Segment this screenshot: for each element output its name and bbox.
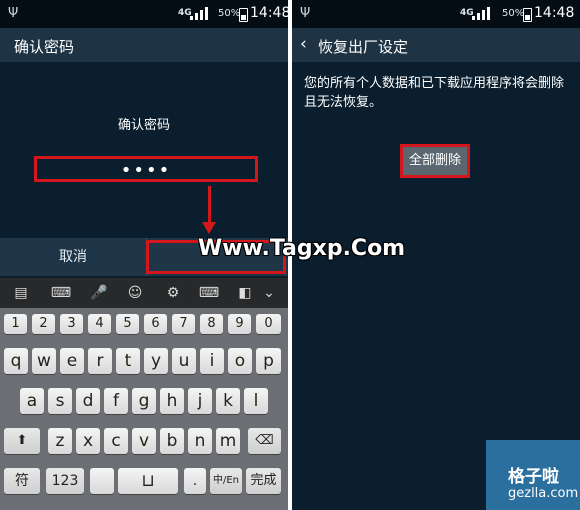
annotation-arrow-head (202, 222, 216, 234)
key-3[interactable]: 3 (60, 314, 83, 334)
confirm-password-label: 确认密码 (117, 118, 170, 133)
shift-icon: ⬆ (16, 433, 28, 448)
delete-all-button[interactable]: 全部删除 (400, 144, 470, 178)
clock: 14:48 (534, 5, 575, 21)
key-c[interactable]: c (104, 428, 128, 454)
reset-description: 您的所有个人数据和已下载应用程序将会删除且无法恢复。 (304, 76, 565, 110)
symbol-key[interactable]: 符 (4, 468, 40, 494)
mic-icon[interactable]: 🎤 (88, 282, 110, 304)
keyboard-icon[interactable]: ⌨ (50, 282, 72, 304)
hide-keyboard-icon[interactable]: ⌄ (258, 282, 280, 304)
key-a[interactable]: a (20, 388, 44, 414)
battery-icon (523, 8, 532, 22)
key-1[interactable]: 1 (4, 314, 27, 334)
battery-icon (239, 8, 248, 22)
space-key[interactable]: ⊔ (118, 468, 178, 494)
soft-keyboard: 1 2 3 4 5 6 7 8 9 0 q w e r t y u i o p … (0, 308, 288, 510)
key-t[interactable]: t (116, 348, 140, 374)
language-key[interactable]: 中/En (210, 468, 242, 494)
done-key[interactable]: 完成 (246, 468, 281, 494)
annotation-arrow-line (208, 186, 211, 224)
key-d[interactable]: d (76, 388, 100, 414)
period-key[interactable]: . (184, 468, 206, 494)
key-m[interactable]: m (216, 428, 240, 454)
key-8[interactable]: 8 (200, 314, 223, 334)
key-e[interactable]: e (60, 348, 84, 374)
backspace-key[interactable]: ⌫ (248, 428, 281, 454)
key-5[interactable]: 5 (116, 314, 139, 334)
page-title: 确认密码 (14, 38, 75, 56)
usb-icon: Ψ (8, 6, 19, 21)
key-s[interactable]: s (48, 388, 72, 414)
key-v[interactable]: v (132, 428, 156, 454)
key-g[interactable]: g (132, 388, 156, 414)
key-z[interactable]: z (48, 428, 72, 454)
corner-logo: 格子啦 gezlla.com (486, 440, 580, 510)
page-title[interactable]: 恢复出厂设定 (318, 36, 408, 57)
key-r[interactable]: r (88, 348, 112, 374)
key-6[interactable]: 6 (144, 314, 167, 334)
key-7[interactable]: 7 (172, 314, 195, 334)
key-4[interactable]: 4 (88, 314, 111, 334)
emoji-icon[interactable]: ☺ (124, 282, 146, 304)
status-bar: Ψ 4G 50% 14:48 (292, 0, 580, 28)
key-comma-upper[interactable] (90, 468, 114, 494)
keyboard-settings-icon[interactable]: ⌨ (198, 282, 220, 304)
split-keyboard-icon[interactable]: ◧ (234, 282, 256, 304)
key-j[interactable]: j (188, 388, 212, 414)
password-input[interactable]: •••• (34, 156, 258, 182)
battery-percent: 50% (218, 8, 241, 19)
key-h[interactable]: h (160, 388, 184, 414)
key-n[interactable]: n (188, 428, 212, 454)
key-f[interactable]: f (104, 388, 128, 414)
cancel-button[interactable]: 取消 (0, 238, 147, 276)
clipboard-icon[interactable]: ▤ (10, 282, 32, 304)
clock: 14:48 (250, 5, 288, 21)
battery-percent: 50% (502, 8, 525, 19)
action-bar: 确认密码 (0, 28, 288, 62)
space-bar-icon: ⊔ (141, 471, 155, 491)
numeric-key[interactable]: 123 (46, 468, 84, 494)
key-o[interactable]: o (228, 348, 252, 374)
shift-key[interactable]: ⬆ (4, 428, 40, 454)
signal-icon (190, 7, 214, 23)
key-2[interactable]: 2 (32, 314, 55, 334)
key-q[interactable]: q (4, 348, 28, 374)
key-u[interactable]: u (172, 348, 196, 374)
usb-icon: Ψ (300, 6, 311, 21)
key-y[interactable]: y (144, 348, 168, 374)
key-w[interactable]: w (32, 348, 56, 374)
action-bar: ‹ 恢复出厂设定 (292, 28, 580, 62)
signal-icon (472, 7, 496, 23)
back-arrow-icon[interactable]: ‹ (300, 34, 307, 54)
corner-logo-cn: 格子啦 (508, 467, 559, 487)
key-9[interactable]: 9 (228, 314, 251, 334)
key-i[interactable]: i (200, 348, 224, 374)
key-0[interactable]: 0 (256, 314, 281, 334)
backspace-icon: ⌫ (255, 433, 274, 448)
corner-logo-en: gezlla.com (508, 486, 579, 501)
key-p[interactable]: p (256, 348, 281, 374)
site-watermark: Www.Tagxp.Com (198, 236, 406, 261)
status-bar: Ψ 4G 50% 14:48 (0, 0, 288, 28)
key-l[interactable]: l (244, 388, 268, 414)
settings-icon[interactable]: ⚙ (162, 282, 184, 304)
key-b[interactable]: b (160, 428, 184, 454)
key-x[interactable]: x (76, 428, 100, 454)
keyboard-toolbar: ▤ ⌨ 🎤 ☺ ⚙ ⌨ ◧ ⌄ (0, 278, 288, 308)
key-k[interactable]: k (216, 388, 240, 414)
